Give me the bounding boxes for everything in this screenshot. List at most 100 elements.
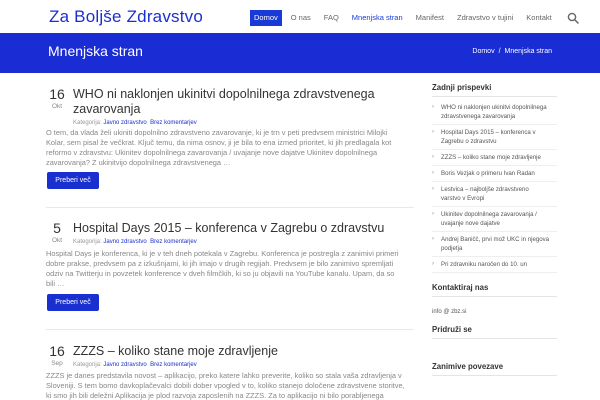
post-item: 5 Okt Hospital Days 2015 – konferenca v … — [46, 221, 414, 251]
chevron-right-icon: › — [432, 261, 434, 267]
recent-post-line[interactable]: Zagrebu o zdravstvu — [441, 138, 497, 145]
nav-item-domov[interactable]: Domov — [250, 10, 282, 26]
site-header: Za Boljše Zdravstvo Domov O nas FAQ Mnen… — [0, 0, 600, 33]
search-icon[interactable] — [567, 12, 579, 24]
recent-post-line[interactable]: Andrej Baničč, prvi mož UKC in njegova — [441, 236, 549, 243]
post-category-link[interactable]: Javno zdravstvo — [103, 362, 146, 368]
post-excerpt-line: O tem, da vlada želi ukiniti dopolnilno … — [46, 128, 388, 137]
post-excerpt-line: reformo v zdravstvu: Ukinitev dopolnilne… — [46, 148, 378, 157]
site-logo[interactable]: Za Boljše Zdravstvo — [49, 7, 203, 27]
recent-post-line[interactable]: WHO ni naklonjen ukinitvi dopolnilnega — [441, 104, 547, 111]
post-meta: Kategorija: Javno zdravstvo Brez komenta… — [73, 239, 414, 245]
breadcrumb-current: Mnenjska stran — [504, 48, 552, 55]
post-title-line[interactable]: WHO ni naklonjen ukinitvi dopolnilnega z… — [73, 87, 375, 101]
post-item: 16 Okt WHO ni naklonjen ukinitvi dopolni… — [46, 87, 414, 127]
recent-post-link[interactable]: › Ukinitev dopolnilnega zavarovanja / uvaj… — [432, 207, 557, 232]
post-excerpt: ZZZS je danes predstavila novost – aplik… — [46, 371, 414, 400]
recent-post-line[interactable]: zdravstvenega zavarovanja — [441, 113, 515, 120]
post-header: Hospital Days 2015 – konferenca v Zagreb… — [73, 221, 414, 245]
post-month: Sep — [51, 360, 63, 367]
recent-post-link[interactable]: › ZZZS – koliko stane moje zdravljenje — [432, 150, 557, 166]
post-comments-link[interactable]: Brez komentarjev — [150, 362, 197, 368]
recent-post-line[interactable]: Pri zdravniku naročen do 10. un — [441, 261, 527, 268]
post-header: WHO ni naklonjen ukinitvi dopolnilnega z… — [73, 87, 414, 126]
recent-post-line[interactable]: uvajanje nove dajatve — [441, 220, 500, 227]
breadcrumb-separator: / — [498, 48, 501, 55]
chevron-right-icon: › — [432, 170, 434, 176]
widget-title-recent-posts: Zadnji prispevki — [432, 83, 492, 92]
post-month: Okt — [51, 103, 63, 110]
breadcrumb: Domov / Mnenjska stran — [472, 48, 552, 55]
nav-item-kontakt[interactable]: Kontakt — [522, 10, 555, 26]
post-excerpt-line: ki smo jih bili deležni Aplikacija je pl… — [46, 391, 384, 400]
recent-post-line[interactable]: ZZZS – koliko stane moje zdravljenje — [441, 154, 541, 161]
post-month: Okt — [51, 237, 63, 244]
nav-item-faq[interactable]: FAQ — [320, 10, 343, 26]
post-day: 16 — [49, 86, 65, 102]
recent-post-link[interactable]: › Andrej Baničč, prvi mož UKC in njegova p… — [432, 232, 557, 257]
post-category-link[interactable]: Javno zdravstvo — [103, 120, 146, 126]
recent-post-link[interactable]: › WHO ni naklonjen ukinitvi dopolnilnega z… — [432, 100, 557, 125]
chevron-right-icon: › — [432, 211, 434, 217]
nav-item-zdravstvo-v-tujini[interactable]: Zdravstvo v tujini — [453, 10, 517, 26]
post-item: 16 Sep ZZZS – koliko stane moje zdravlje… — [46, 344, 414, 370]
recent-post-line[interactable]: Boris Vezjak o primeru Ivan Radan — [441, 170, 535, 177]
widget-divider — [432, 375, 557, 376]
contact-email[interactable]: info @ zbz.si — [432, 309, 557, 315]
chevron-right-icon: › — [432, 104, 434, 110]
recent-post-link[interactable]: › Pri zdravniku naročen do 10. un — [432, 257, 557, 273]
nav-item-mnenjska-stran[interactable]: Mnenjska stran — [348, 10, 407, 26]
page-title: Mnenjska stran — [48, 43, 143, 59]
widget-title-links: Zanimive povezave — [432, 362, 504, 371]
read-more-button[interactable]: Preberi več — [47, 172, 99, 189]
post-title-line[interactable]: zavarovanja — [73, 102, 140, 116]
post-excerpt: O tem, da vlada želi ukiniti dopolnilno … — [46, 128, 414, 168]
widget-divider — [432, 296, 557, 297]
post-excerpt-line: odziv na Twitterju in povzetek konferenc… — [46, 269, 395, 278]
post-day: 5 — [53, 220, 61, 236]
recent-post-link[interactable]: › Hospital Days 2015 – konferenca v Zagreb… — [432, 125, 557, 150]
widget-divider — [432, 96, 557, 97]
nav-item-o-nas[interactable]: O nas — [287, 10, 315, 26]
post-title[interactable]: ZZZS – koliko stane moje zdravljenje — [73, 344, 414, 359]
breadcrumb-home-link[interactable]: Domov — [472, 48, 494, 55]
post-title-line[interactable]: Hospital Days 2015 – konferenca v Zagreb… — [73, 221, 384, 235]
widget-divider — [432, 338, 557, 339]
sidebar: Zadnji prispevki › WHO ni naklonjen ukini… — [432, 83, 557, 376]
recent-posts-list: › WHO ni naklonjen ukinitvi dopolnilnega z… — [432, 100, 557, 273]
post-excerpt-line: dobre prakse, predvsem pa z izkušnjami, … — [46, 259, 394, 268]
main-nav: Domov O nas FAQ Mnenjska stran Manifest … — [250, 8, 561, 28]
widget-title-contact: Kontaktiraj nas — [432, 283, 489, 292]
chevron-right-icon: › — [432, 236, 434, 242]
post-excerpt-line: Hospital Days je konferenca, ki je v teh… — [46, 249, 399, 258]
recent-post-link[interactable]: › Boris Vezjak o primeru Ivan Radan — [432, 166, 557, 182]
post-date: 16 Sep — [46, 343, 68, 368]
post-title-line[interactable]: ZZZS – koliko stane moje zdravljenje — [73, 344, 278, 358]
read-more-button[interactable]: Preberi več — [47, 294, 99, 311]
post-title[interactable]: Hospital Days 2015 – konferenca v Zagreb… — [73, 221, 414, 236]
post-comments-link[interactable]: Brez komentarjev — [150, 120, 197, 126]
post-meta: Kategorija: Javno zdravstvo Brez komenta… — [73, 120, 414, 126]
post-day: 16 — [49, 343, 65, 359]
post-comments-link[interactable]: Brez komentarjev — [150, 239, 197, 245]
recent-post-link[interactable]: › Lestvica – najboljše zdravstveno varstvo… — [432, 182, 557, 207]
post-excerpt: Hospital Days je konferenca, ki je v teh… — [46, 249, 414, 289]
post-meta-prefix: Kategorija: — [73, 362, 104, 368]
recent-post-line[interactable]: varstvo v Evropi — [441, 195, 484, 202]
recent-post-line[interactable]: Lestvica – najboljše zdravstveno — [441, 186, 529, 193]
post-excerpt-line: Sloveniji. S tem bomo davkoplačevalci do… — [46, 381, 405, 390]
recent-post-line[interactable]: Hospital Days 2015 – konferenca v — [441, 129, 536, 136]
recent-post-line[interactable]: podjetja — [441, 245, 462, 252]
recent-post-line[interactable]: Ukinitev dopolnilnega zavarovanja / — [441, 211, 537, 218]
post-divider — [46, 329, 414, 330]
post-title[interactable]: WHO ni naklonjen ukinitvi dopolnilnega z… — [73, 87, 414, 117]
post-excerpt-line: ZZZS je danes predstavila novost – aplik… — [46, 371, 402, 380]
nav-item-manifest[interactable]: Manifest — [412, 10, 448, 26]
post-date: 16 Okt — [46, 86, 68, 111]
widget-title-join: Pridruži se — [432, 325, 472, 334]
post-divider — [46, 207, 414, 208]
post-category-link[interactable]: Javno zdravstvo — [103, 239, 146, 245]
post-date: 5 Okt — [46, 220, 68, 245]
post-header: ZZZS – koliko stane moje zdravljenje Kat… — [73, 344, 414, 368]
post-excerpt-line: bili … — [46, 279, 65, 288]
